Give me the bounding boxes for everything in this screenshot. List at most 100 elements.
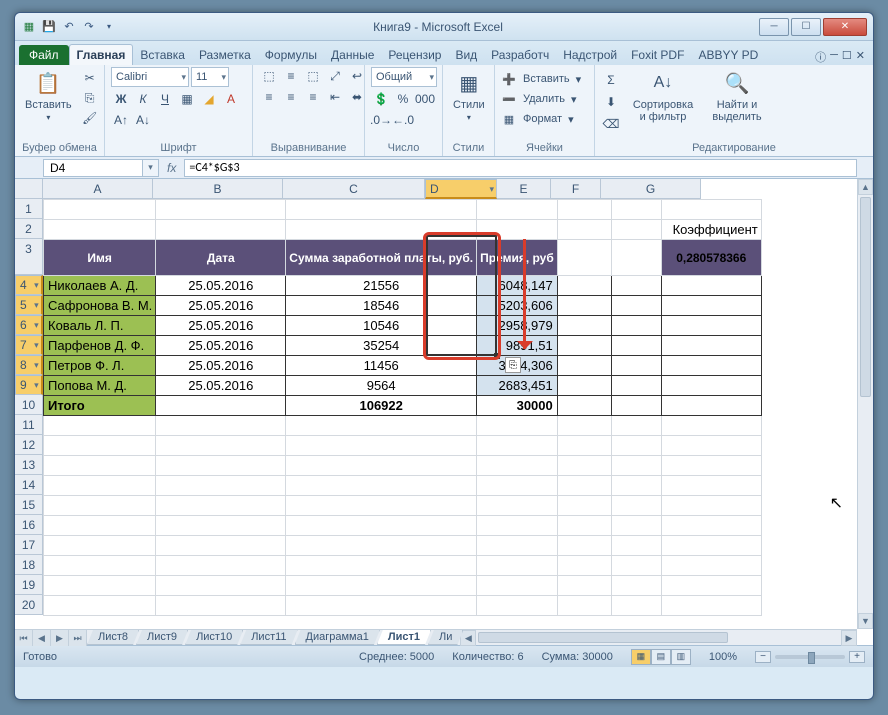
col-A[interactable]: A bbox=[43, 179, 153, 199]
row-6[interactable]: 6 bbox=[15, 315, 43, 335]
tab-abbyy[interactable]: ABBYY PD bbox=[691, 45, 765, 65]
row-14[interactable]: 14 bbox=[15, 475, 43, 495]
row-11[interactable]: 11 bbox=[15, 415, 43, 435]
tab-dev[interactable]: Разработч bbox=[484, 45, 556, 65]
col-F[interactable]: F bbox=[551, 179, 601, 199]
formula-bar[interactable]: =C4*$G$3 bbox=[184, 159, 857, 177]
tab-home[interactable]: Главная bbox=[69, 44, 134, 65]
align-top-icon[interactable]: ⬚ bbox=[259, 67, 279, 85]
font-name-select[interactable]: Calibri bbox=[111, 67, 189, 87]
find-select-button[interactable]: 🔍 Найти и выделить bbox=[705, 67, 769, 125]
row-1[interactable]: 1 bbox=[15, 199, 43, 219]
qat-dropdown-icon[interactable]: ▾ bbox=[101, 19, 117, 35]
sort-filter-button[interactable]: A↓ Сортировка и фильтр bbox=[625, 67, 701, 125]
close-button[interactable]: ✕ bbox=[823, 18, 867, 36]
align-left-icon[interactable]: ≡ bbox=[259, 88, 279, 106]
wrap-icon[interactable]: ↩ bbox=[347, 67, 367, 85]
tab-view[interactable]: Вид bbox=[448, 45, 484, 65]
sheet-tab[interactable]: Лист9 bbox=[136, 630, 188, 645]
select-all-corner[interactable] bbox=[15, 179, 43, 199]
fill-icon[interactable]: ⬇ bbox=[601, 93, 621, 111]
align-right-icon[interactable]: ≡ bbox=[303, 88, 323, 106]
ribbon-min-icon[interactable]: ⓘ bbox=[815, 49, 826, 65]
sheet-prev-icon[interactable]: ◀ bbox=[33, 630, 51, 646]
sheet-next-icon[interactable]: ▶ bbox=[51, 630, 69, 646]
row-7[interactable]: 7 bbox=[15, 335, 43, 355]
zoom-out-button[interactable]: − bbox=[755, 651, 771, 663]
minimize-button[interactable]: ─ bbox=[759, 18, 789, 36]
row-19[interactable]: 19 bbox=[15, 575, 43, 595]
file-tab[interactable]: Файл bbox=[19, 45, 69, 65]
sheet-tab[interactable]: Лист11 bbox=[240, 630, 297, 645]
hscroll-left-icon[interactable]: ◀ bbox=[460, 630, 476, 646]
cut-icon[interactable]: ✂ bbox=[80, 69, 100, 87]
merge-icon[interactable]: ⬌ bbox=[347, 88, 367, 106]
insert-cells-button[interactable]: ➕Вставить ▾ bbox=[501, 71, 581, 87]
delete-cells-button[interactable]: ➖Удалить ▾ bbox=[501, 91, 577, 107]
underline-button[interactable]: Ч bbox=[155, 90, 175, 108]
col-E[interactable]: E bbox=[497, 179, 551, 199]
scroll-up-icon[interactable]: ▲ bbox=[858, 179, 873, 195]
orient-icon[interactable]: ⤢ bbox=[325, 67, 345, 85]
row-15[interactable]: 15 bbox=[15, 495, 43, 515]
row-12[interactable]: 12 bbox=[15, 435, 43, 455]
shrink-font-icon[interactable]: A↓ bbox=[133, 111, 153, 129]
vertical-scrollbar[interactable]: ▲ ▼ bbox=[857, 179, 873, 629]
sheet-tab[interactable]: Лист10 bbox=[185, 630, 243, 645]
name-box[interactable]: D4 bbox=[43, 159, 143, 177]
format-cells-button[interactable]: ▦Формат ▾ bbox=[501, 111, 574, 127]
tab-layout[interactable]: Разметка bbox=[192, 45, 258, 65]
sheet-tab[interactable]: Диаграмма1 bbox=[295, 630, 380, 645]
name-box-dropdown-icon[interactable]: ▾ bbox=[143, 159, 159, 177]
font-color-button[interactable]: A bbox=[221, 90, 241, 108]
save-icon[interactable]: 💾 bbox=[41, 19, 57, 35]
row-5[interactable]: 5 bbox=[15, 295, 43, 315]
scroll-down-icon[interactable]: ▼ bbox=[858, 613, 873, 629]
sheet-tab[interactable]: Лист1 bbox=[377, 630, 431, 645]
view-layout-icon[interactable]: ▤ bbox=[651, 649, 671, 665]
border-button[interactable]: ▦ bbox=[177, 90, 197, 108]
inc-dec-icon[interactable]: .0→ bbox=[371, 111, 391, 129]
row-16[interactable]: 16 bbox=[15, 515, 43, 535]
align-center-icon[interactable]: ≡ bbox=[281, 88, 301, 106]
ribbon-win-close-icon[interactable]: ✕ bbox=[856, 49, 865, 65]
zoom-slider[interactable] bbox=[775, 655, 845, 659]
grow-font-icon[interactable]: A↑ bbox=[111, 111, 131, 129]
bold-button[interactable]: Ж bbox=[111, 90, 131, 108]
view-normal-icon[interactable]: ▦ bbox=[631, 649, 651, 665]
row-4[interactable]: 4 bbox=[15, 275, 43, 295]
percent-icon[interactable]: % bbox=[393, 90, 413, 108]
format-painter-icon[interactable]: 🖌 bbox=[80, 109, 100, 127]
fill-handle[interactable] bbox=[494, 353, 500, 359]
comma-icon[interactable]: 000 bbox=[415, 90, 435, 108]
sheet-tab[interactable]: Ли bbox=[428, 630, 463, 645]
autosum-icon[interactable]: Σ bbox=[601, 71, 621, 89]
tab-data[interactable]: Данные bbox=[324, 45, 381, 65]
styles-button[interactable]: ▦ Стили ▾ bbox=[449, 67, 489, 124]
paste-button[interactable]: 📋 Вставить ▾ bbox=[21, 67, 76, 124]
font-size-select[interactable]: 11 bbox=[191, 67, 229, 87]
hscroll-right-icon[interactable]: ▶ bbox=[841, 630, 857, 646]
col-B[interactable]: B bbox=[153, 179, 283, 199]
tab-insert[interactable]: Вставка bbox=[133, 45, 192, 65]
row-8[interactable]: 8 bbox=[15, 355, 43, 375]
dec-dec-icon[interactable]: ←.0 bbox=[393, 111, 413, 129]
row-20[interactable]: 20 bbox=[15, 595, 43, 615]
sheet-last-icon[interactable]: ⏭ bbox=[69, 630, 87, 646]
ribbon-win-min-icon[interactable]: ─ bbox=[830, 49, 838, 65]
row-17[interactable]: 17 bbox=[15, 535, 43, 555]
italic-button[interactable]: К bbox=[133, 90, 153, 108]
worksheet-grid[interactable]: ABCDEFG 1234567891011121314151617181920 … bbox=[15, 179, 873, 645]
row-3[interactable]: 3 bbox=[15, 239, 43, 275]
tab-formulas[interactable]: Формулы bbox=[258, 45, 324, 65]
view-break-icon[interactable]: ▥ bbox=[671, 649, 691, 665]
sheet-tab[interactable]: Лист8 bbox=[87, 630, 139, 645]
clear-icon[interactable]: ⌫ bbox=[601, 115, 621, 133]
col-C[interactable]: C bbox=[283, 179, 425, 199]
align-mid-icon[interactable]: ≡ bbox=[281, 67, 301, 85]
col-D[interactable]: D bbox=[425, 179, 497, 199]
row-9[interactable]: 9 bbox=[15, 375, 43, 395]
row-18[interactable]: 18 bbox=[15, 555, 43, 575]
tab-addin[interactable]: Надстрой bbox=[556, 45, 624, 65]
redo-icon[interactable]: ↷ bbox=[81, 19, 97, 35]
